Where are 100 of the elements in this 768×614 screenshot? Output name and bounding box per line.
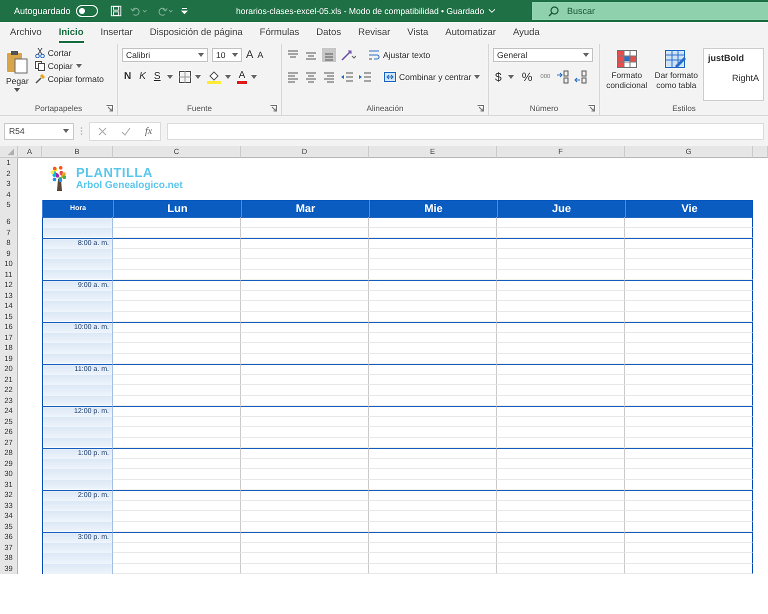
table-cell bbox=[42, 270, 113, 280]
window-title: horarios-clases-excel-05.xls - Modo de compatibilidad • Guardado bbox=[236, 6, 484, 16]
formula-field[interactable] bbox=[167, 122, 764, 140]
align-left-icon[interactable] bbox=[286, 70, 300, 84]
group-label: Portapapeles bbox=[34, 104, 82, 112]
caret-icon bbox=[232, 53, 238, 57]
check-icon[interactable] bbox=[121, 126, 131, 136]
caret-icon[interactable] bbox=[224, 75, 231, 79]
style-item[interactable]: justBold bbox=[708, 53, 759, 63]
copy-icon bbox=[34, 61, 45, 71]
ribbon-tab[interactable]: Archivo bbox=[10, 24, 42, 42]
ribbon-tab[interactable]: Fórmulas bbox=[260, 24, 300, 42]
style-item[interactable]: RightA bbox=[708, 73, 759, 83]
insert-function-button[interactable]: fx bbox=[145, 126, 152, 136]
dialog-launcher-icon[interactable] bbox=[588, 105, 595, 112]
caret-icon[interactable] bbox=[166, 75, 173, 79]
column-heading: Lun bbox=[113, 200, 241, 217]
cut-button[interactable]: Cortar bbox=[34, 48, 104, 58]
align-bottom-icon[interactable] bbox=[322, 48, 336, 62]
table-cell bbox=[42, 217, 113, 228]
bold-button[interactable]: N bbox=[122, 71, 134, 83]
underline-button[interactable]: S bbox=[152, 71, 163, 83]
autosave-label: Autoguardado bbox=[14, 6, 71, 16]
table-cell bbox=[42, 228, 113, 238]
chevron-down-icon[interactable] bbox=[488, 8, 496, 14]
table-cell bbox=[42, 553, 113, 564]
dialog-launcher-icon[interactable] bbox=[106, 105, 113, 112]
merge-center-button[interactable]: Combinar y centrar bbox=[384, 71, 480, 83]
column-heading: Vie bbox=[625, 200, 753, 217]
ribbon-tab[interactable]: Ayuda bbox=[512, 24, 540, 42]
caret-icon[interactable] bbox=[251, 75, 258, 79]
table-cell bbox=[42, 480, 113, 490]
style-gallery[interactable]: justBold RightA bbox=[703, 48, 764, 101]
caret-icon[interactable] bbox=[194, 75, 201, 79]
name-box[interactable]: R54 bbox=[4, 122, 74, 140]
format-as-table-button[interactable]: Dar formato como tabla bbox=[654, 48, 700, 101]
align-center-icon[interactable] bbox=[304, 70, 318, 84]
caret-icon[interactable] bbox=[508, 75, 514, 79]
ribbon-tab[interactable]: Datos bbox=[316, 24, 342, 42]
merge-cells-icon bbox=[384, 71, 396, 83]
ribbon-tab[interactable]: Revisar bbox=[358, 24, 390, 42]
brush-icon bbox=[34, 74, 45, 84]
search-icon bbox=[548, 6, 559, 17]
increase-indent-icon[interactable] bbox=[358, 70, 372, 84]
table-cell bbox=[42, 385, 113, 396]
group-label: Fuente bbox=[187, 104, 212, 112]
wrap-text-button[interactable]: Ajustar texto bbox=[368, 49, 430, 61]
copy-button[interactable]: Copiar bbox=[34, 61, 104, 71]
dialog-launcher-icon[interactable] bbox=[477, 105, 484, 112]
number-format-field[interactable]: General bbox=[493, 48, 593, 62]
search-field[interactable]: Buscar bbox=[532, 2, 768, 20]
format-painter-button[interactable]: Copiar formato bbox=[34, 74, 104, 84]
logo-title: PLANTILLA bbox=[76, 166, 154, 180]
column-heading: Mie bbox=[369, 200, 497, 217]
table-cell bbox=[42, 522, 113, 532]
caret-icon bbox=[198, 53, 204, 57]
table-cell bbox=[42, 458, 113, 469]
column-heading: Jue bbox=[497, 200, 625, 217]
conditional-format-button[interactable]: Formato condicional bbox=[604, 48, 650, 101]
decrease-indent-icon[interactable] bbox=[340, 70, 354, 84]
customize-icon[interactable] bbox=[181, 6, 188, 16]
table-cell bbox=[42, 438, 113, 448]
column-heading: Mar bbox=[241, 200, 369, 217]
font-name-field[interactable]: Calibri bbox=[122, 48, 208, 62]
paste-button[interactable]: Pegar bbox=[4, 48, 31, 101]
table-cell bbox=[42, 469, 113, 480]
orientation-icon[interactable] bbox=[340, 48, 356, 62]
dialog-launcher-icon[interactable] bbox=[270, 105, 277, 112]
table-cell bbox=[42, 312, 113, 322]
font-color-button[interactable]: A bbox=[236, 70, 248, 84]
caret-icon bbox=[474, 75, 480, 79]
table-cell bbox=[42, 427, 113, 438]
font-size-field[interactable]: 10 bbox=[212, 48, 242, 62]
ribbon-tab[interactable]: Automatizar bbox=[445, 24, 496, 42]
caret-icon bbox=[76, 64, 82, 68]
clipboard-icon bbox=[6, 50, 28, 74]
percent-button[interactable]: % bbox=[520, 71, 534, 83]
italic-button[interactable]: K bbox=[137, 71, 148, 83]
caret-icon bbox=[63, 129, 69, 133]
table-cell bbox=[42, 354, 113, 364]
shrink-font-button[interactable]: A bbox=[257, 49, 264, 61]
table-cell bbox=[42, 374, 113, 385]
table-cell bbox=[42, 396, 113, 406]
increase-decimal-icon[interactable] bbox=[556, 70, 570, 84]
table-cell bbox=[42, 259, 113, 270]
fill-color-icon[interactable] bbox=[206, 70, 221, 84]
ribbon-tab[interactable]: Insertar bbox=[100, 24, 133, 42]
save-icon[interactable] bbox=[110, 4, 122, 18]
colored-grid-icon bbox=[616, 50, 637, 68]
borders-icon[interactable] bbox=[178, 71, 191, 83]
decrease-decimal-icon[interactable] bbox=[574, 70, 588, 84]
grow-font-button[interactable]: A bbox=[246, 49, 254, 61]
ribbon-tab[interactable]: Disposición de página bbox=[150, 24, 243, 42]
autosave-toggle[interactable] bbox=[76, 5, 98, 17]
table-cell bbox=[42, 343, 113, 354]
table-cell bbox=[42, 416, 113, 427]
align-right-icon[interactable] bbox=[322, 70, 336, 84]
currency-button[interactable]: $ bbox=[493, 71, 504, 83]
ribbon-tab[interactable]: Vista bbox=[407, 24, 428, 42]
scissors-icon bbox=[34, 48, 45, 58]
